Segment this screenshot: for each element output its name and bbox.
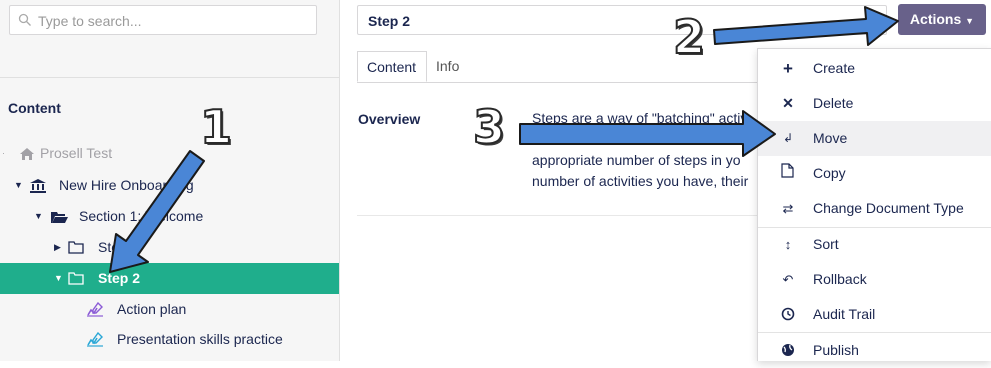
menu-item-publish[interactable]: Publish — [758, 333, 991, 368]
actions-button[interactable]: Actions ▼ — [898, 4, 986, 35]
menu-item-change-document-type[interactable]: ⇄ Change Document Type — [758, 191, 991, 226]
tree-item-step-2[interactable]: ▼ Step 2 — [0, 263, 339, 294]
x-icon: ✕ — [782, 95, 794, 111]
menu-item-copy[interactable]: Copy — [758, 156, 991, 191]
menu-item-delete[interactable]: ✕ Delete — [758, 86, 991, 121]
annotation-number-2: 2 — [672, 9, 706, 65]
menu-item-label: Delete — [813, 95, 854, 111]
menu-item-label: Create — [813, 60, 856, 76]
edit-activity-icon — [87, 302, 103, 317]
institution-icon — [30, 179, 46, 193]
menu-item-label: Copy — [813, 165, 846, 181]
actions-dropdown-menu: + Create ✕ Delete ↲ Move Copy ⇄ Change D… — [757, 48, 991, 361]
tree-item-step-1[interactable]: ▶ Step 1 — [0, 232, 339, 263]
tree-item-label: Action plan — [117, 301, 187, 317]
search-input[interactable] — [36, 10, 310, 32]
menu-item-sort[interactable]: ↕ Sort — [758, 227, 991, 262]
actions-label: Actions — [909, 11, 962, 27]
edit-activity-icon — [87, 332, 103, 347]
move-icon: ↲ — [782, 131, 794, 145]
sort-icon: ↕ — [784, 237, 792, 252]
tree-item-label: New Hire Onboarding — [59, 177, 194, 193]
search-icon — [18, 13, 31, 26]
menu-item-label: Move — [813, 130, 848, 146]
overview-line: appropriate number of steps in yo — [532, 152, 741, 168]
swap-icon: ⇄ — [782, 201, 794, 216]
search-box[interactable] — [9, 5, 317, 35]
annotation-number-1: 1 — [199, 99, 233, 155]
caret-down-icon: ▼ — [965, 16, 975, 26]
globe-icon — [780, 333, 796, 368]
menu-item-create[interactable]: + Create — [758, 51, 991, 86]
panel-divider — [339, 0, 340, 361]
tab-label: Info — [436, 58, 460, 74]
document-name-input[interactable] — [366, 10, 870, 32]
tree-item-new-hire-onboarding[interactable]: ▼ New Hire Onboarding — [0, 170, 339, 201]
divider — [357, 215, 757, 216]
caret-down-icon[interactable]: ▼ — [54, 263, 63, 294]
tree-item-action-plan[interactable]: Action plan — [0, 294, 339, 325]
tree-item-label: Presentation skills practice — [117, 331, 283, 347]
overview-line: number of activities you have, their — [532, 173, 749, 189]
annotation-number-3: 3 — [472, 99, 506, 155]
tree-item-label: Step 2 — [98, 270, 141, 286]
tree-heading: Content — [8, 100, 61, 116]
clock-icon — [780, 297, 796, 332]
menu-item-label: Sort — [813, 236, 839, 252]
plus-icon: + — [783, 59, 793, 78]
overview-label: Overview — [358, 111, 421, 127]
document-name-field[interactable] — [357, 5, 887, 35]
tree-item-label: Section 1: Welcome — [79, 208, 204, 224]
tab-content[interactable]: Content — [357, 51, 427, 82]
caret-right-icon[interactable]: ▶ — [54, 232, 61, 263]
tab-label: Content — [367, 59, 417, 75]
menu-item-rollback[interactable]: ↶ Rollback — [758, 262, 991, 297]
menu-item-label: Audit Trail — [813, 306, 876, 322]
folder-open-icon — [51, 212, 68, 223]
tree-item-label: Prosell Test — [40, 145, 113, 161]
menu-item-label: Rollback — [813, 271, 867, 287]
overview-text: Steps are a way of "batching" activ appr… — [532, 108, 760, 192]
tree-item-prosell-test[interactable]: · Prosell Test — [0, 138, 339, 169]
menu-item-label: Publish — [813, 342, 859, 358]
folder-icon — [68, 241, 84, 254]
caret-down-icon[interactable]: ▼ — [34, 201, 43, 232]
divider — [0, 77, 339, 78]
tab-info[interactable]: Info — [427, 51, 471, 82]
copy-icon — [780, 156, 796, 191]
overview-line — [532, 129, 760, 150]
menu-item-audit-trail[interactable]: Audit Trail — [758, 297, 991, 332]
content-tree-panel: Content · Prosell Test ▼ New Hire Onboar… — [0, 0, 339, 361]
folder-icon — [68, 272, 84, 285]
caret-down-icon[interactable]: ▼ — [14, 170, 23, 201]
tree-item-label: Step 1 — [98, 239, 139, 255]
undo-icon: ↶ — [782, 272, 794, 287]
tree-item-section-1[interactable]: ▼ Section 1: Welcome — [0, 201, 339, 232]
home-icon — [20, 148, 34, 160]
menu-item-move[interactable]: ↲ Move — [758, 121, 991, 156]
menu-item-label: Change Document Type — [813, 200, 964, 216]
overview-line: Steps are a way of "batching" activ — [532, 110, 748, 126]
tree-item-presentation-skills-practice[interactable]: Presentation skills practice — [0, 324, 339, 355]
